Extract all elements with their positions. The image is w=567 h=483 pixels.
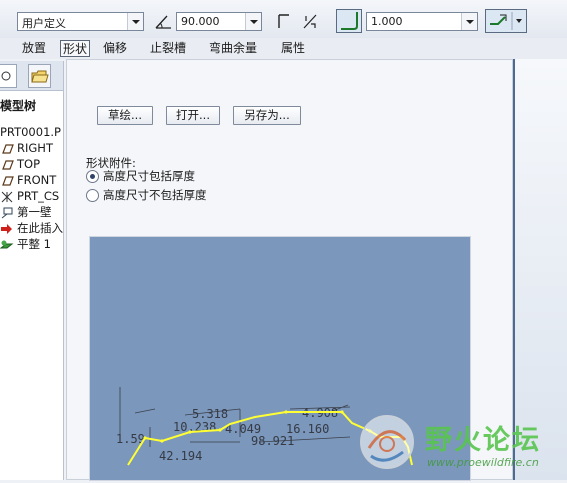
radio-button-checked[interactable] <box>86 170 99 183</box>
tab-bar: 放置 形状 偏移 止裂槽 弯曲余量 属性 <box>0 38 567 59</box>
angle-value: 90.000 <box>181 15 220 28</box>
chevron-down-icon[interactable] <box>461 13 477 30</box>
tree-item-label: 在此插入 <box>17 221 63 235</box>
tree-item-insert-here[interactable]: 在此插入 <box>0 221 63 236</box>
dim-text: 98.921 <box>251 434 294 448</box>
chevron-down-icon[interactable] <box>127 13 143 30</box>
open-button[interactable]: 打开... <box>166 106 220 125</box>
bend-type-value: 用户定义 <box>22 17 66 30</box>
tree-item-label: PRT0001.P <box>0 125 61 139</box>
flip-direction-icon[interactable] <box>301 12 319 31</box>
watermark-title: 野火论坛 <box>425 425 541 456</box>
tree-title: 模型树 <box>0 99 37 113</box>
model-tree: 模型树 PRT0001.P RIGHT TOP FRONT PRT_CS 第一壁… <box>0 61 64 480</box>
tree-item-label: 第一壁 <box>17 205 52 219</box>
datum-plane-icon <box>0 159 14 171</box>
tree-item-label: RIGHT <box>17 141 53 155</box>
tab-properties[interactable]: 属性 <box>279 40 307 57</box>
tree-tab-model[interactable] <box>0 64 17 88</box>
preview-dimensions: 5.318 10.238 4.049 4.908 16.160 98.921 4… <box>116 406 338 463</box>
tab-bend-allowance[interactable]: 弯曲余量 <box>207 40 259 57</box>
sketch-button[interactable]: 草绘... <box>97 106 153 125</box>
tree-item-label: PRT_CS <box>17 189 60 203</box>
tree-item-first-wall[interactable]: 第一壁 <box>0 205 52 220</box>
flat-wall-icon <box>0 239 14 251</box>
tab-shape[interactable]: 形状 <box>60 40 91 57</box>
tree-item-front[interactable]: FRONT <box>0 173 56 188</box>
forum-watermark: 野火论坛 www.proewildfire.cn <box>357 410 567 480</box>
inner-radius-icon[interactable] <box>336 9 362 33</box>
tree-item-flat[interactable]: 平整 1 <box>0 237 51 252</box>
model-tree-icon <box>1 71 11 81</box>
bend-type-select[interactable]: 用户定义 <box>17 12 144 31</box>
radio-exclude-thickness[interactable]: 高度尺寸不包括厚度 <box>86 187 207 203</box>
datum-plane-icon <box>0 143 14 155</box>
tree-item-csys[interactable]: PRT_CS <box>0 189 59 204</box>
bend-side-icon[interactable] <box>276 12 292 31</box>
dim-text: 5.318 <box>192 407 228 421</box>
tree-tab-strip <box>0 61 63 91</box>
folder-icon <box>31 70 49 83</box>
tab-placement[interactable]: 放置 <box>20 40 48 57</box>
coordinate-system-icon <box>0 191 14 203</box>
radio-button-unchecked[interactable] <box>86 189 99 202</box>
tree-item-top[interactable]: TOP <box>0 157 40 172</box>
tree-item-label: FRONT <box>17 173 57 187</box>
first-wall-icon <box>0 207 14 219</box>
tree-item-part[interactable]: PRT0001.P <box>0 125 61 140</box>
radio-label: 高度尺寸不包括厚度 <box>103 188 207 202</box>
angle-input[interactable]: 90.000 <box>176 12 262 31</box>
radio-label: 高度尺寸包括厚度 <box>103 169 195 183</box>
radius-value: 1.000 <box>371 15 403 28</box>
bend-angle-icon <box>155 15 171 29</box>
feature-toolbar: 用户定义 90.000 1.000 <box>0 0 567 38</box>
datum-plane-icon <box>0 175 14 187</box>
chevron-down-icon[interactable] <box>245 13 261 30</box>
tree-tab-folder[interactable] <box>28 64 51 88</box>
save-as-button[interactable]: 另存为... <box>233 106 301 125</box>
tree-item-label: 平整 1 <box>17 237 51 251</box>
insert-here-arrow-icon <box>0 223 14 235</box>
bend-position-dropdown[interactable] <box>485 9 527 33</box>
radio-include-thickness[interactable]: 高度尺寸包括厚度 <box>86 168 195 184</box>
watermark-url: www.proewildfire.cn <box>427 456 539 469</box>
dim-text: 42.194 <box>159 449 202 463</box>
tab-offset[interactable]: 偏移 <box>101 40 129 57</box>
radius-input[interactable]: 1.000 <box>366 12 478 31</box>
tree-item-right[interactable]: RIGHT <box>0 141 53 156</box>
tree-item-label: TOP <box>17 157 41 171</box>
tab-relief[interactable]: 止裂槽 <box>148 40 188 57</box>
